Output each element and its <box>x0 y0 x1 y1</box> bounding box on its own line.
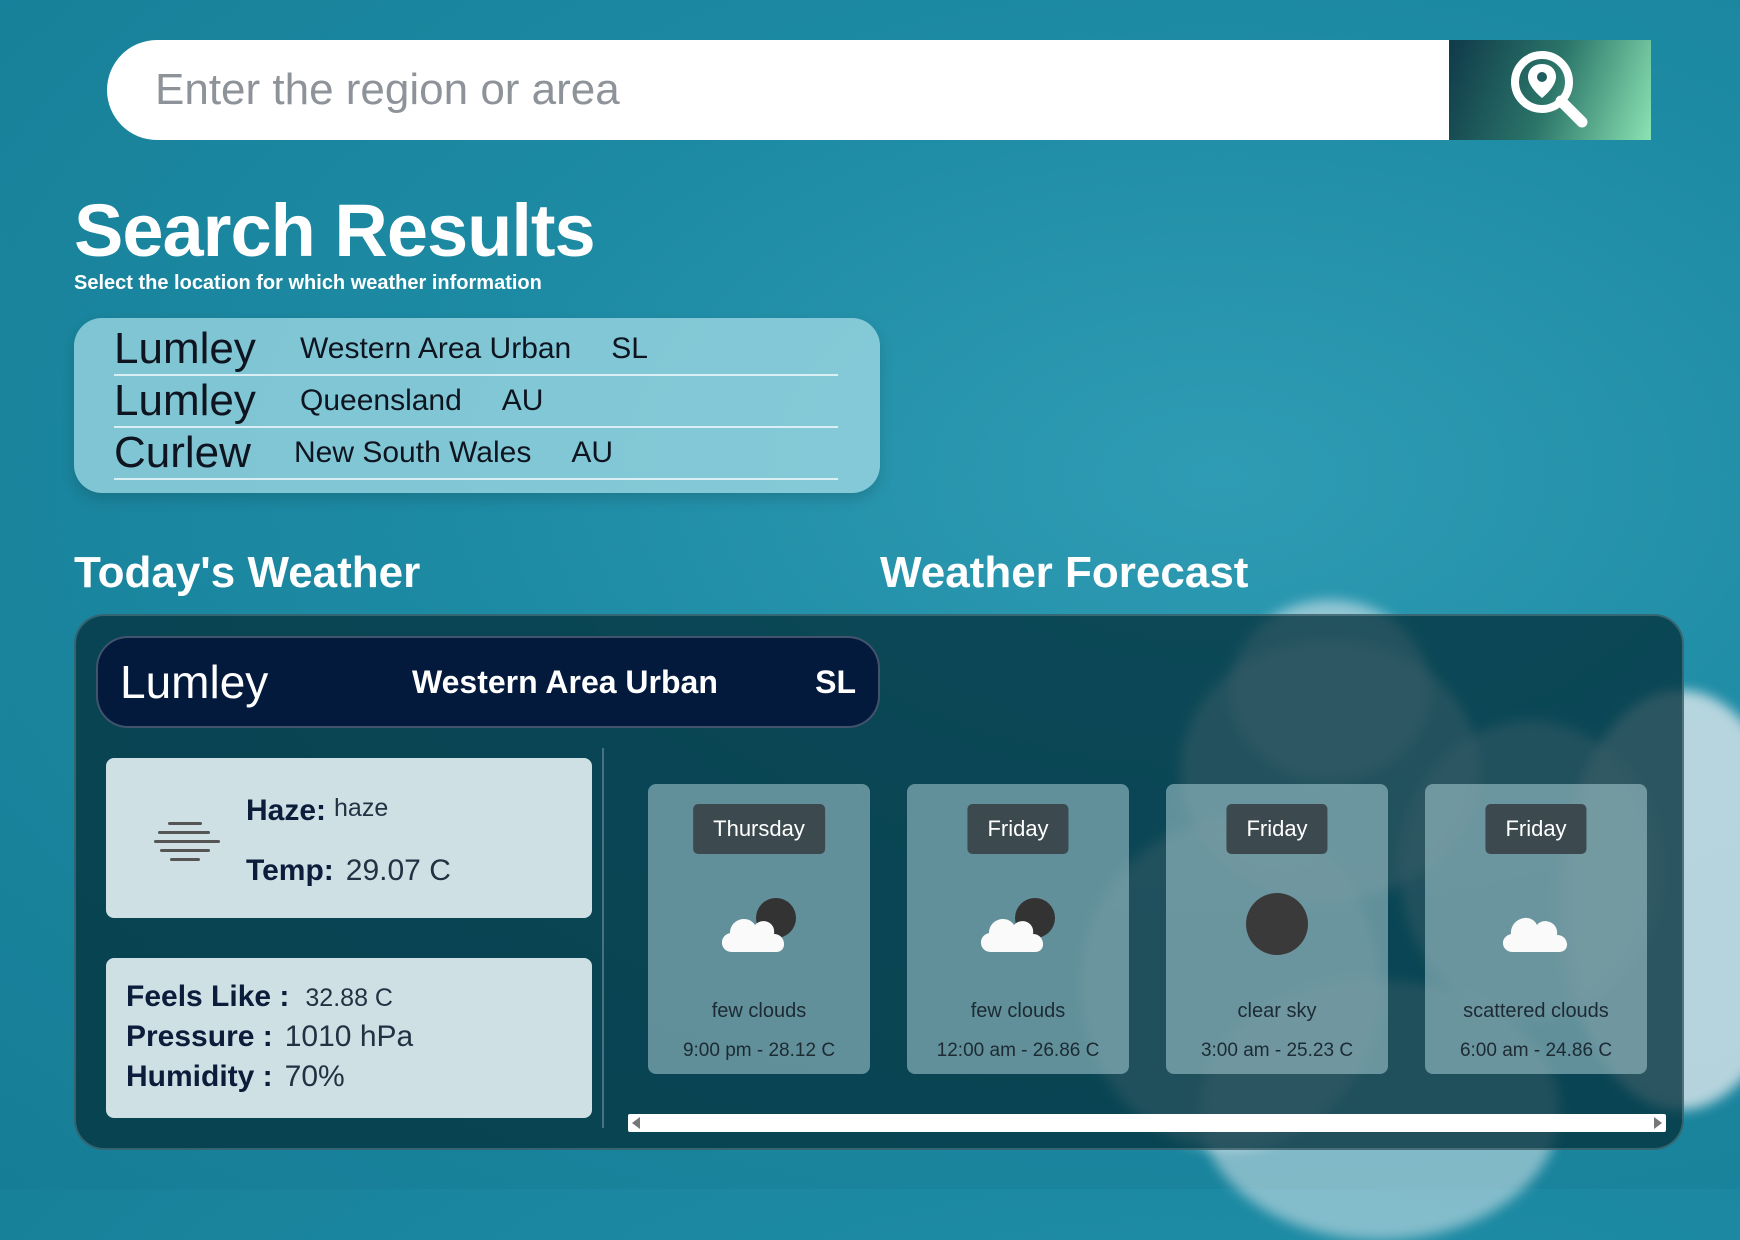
humidity-label: Humidity : <box>126 1060 273 1093</box>
result-item[interactable]: Lumley Western Area Urban SL <box>114 324 838 376</box>
pressure-label: Pressure : <box>126 1020 273 1053</box>
result-region: Western Area Urban <box>300 332 572 365</box>
search-results-list: Lumley Western Area Urban SL Lumley Quee… <box>74 318 880 493</box>
condition-row: Haze: haze <box>246 794 388 828</box>
scattered-clouds-icon <box>1502 917 1568 952</box>
feels-like-value: 32.88 C <box>305 984 393 1012</box>
current-location-header: Lumley Western Area Urban SL <box>96 636 880 728</box>
feels-like-label: Feels Like : <box>126 980 290 1013</box>
forecast-description: clear sky <box>1237 1000 1317 1022</box>
forecast-card[interactable]: Friday few clouds 12:00 am - 26.86 C <box>907 784 1129 1074</box>
forecast-card[interactable]: Thursday few clouds 9:00 pm - 28.12 C <box>648 784 870 1074</box>
result-country: SL <box>611 332 648 365</box>
result-country: AU <box>571 436 614 469</box>
forecast-day: Friday <box>967 804 1069 854</box>
current-conditions-card: Haze: haze Temp: 29.07 C <box>106 758 592 918</box>
result-city: Curlew <box>114 428 251 477</box>
search-button[interactable] <box>1449 40 1651 140</box>
condition-label: Haze: <box>246 794 327 827</box>
result-item[interactable]: Lumley Queensland AU <box>114 376 838 428</box>
feels-like-row: Feels Like : 32.88 C <box>126 980 572 1020</box>
search-bar <box>107 40 1651 140</box>
forecast-card[interactable]: Friday scattered clouds 6:00 am - 24.86 … <box>1425 784 1647 1074</box>
search-results-subtitle: Select the location for which weather in… <box>74 272 542 294</box>
forecast-time-temp: 6:00 am - 24.86 C <box>1459 1040 1613 1061</box>
temp-value: 29.07 C <box>345 854 451 887</box>
haze-icon <box>154 818 220 862</box>
scroll-right-arrow-icon[interactable] <box>1654 1117 1662 1129</box>
forecast-time-temp: 12:00 am - 26.86 C <box>936 1040 1100 1061</box>
current-details-card: Feels Like : 32.88 C Pressure : 1010 hPa H… <box>106 958 592 1118</box>
temp-row: Temp: 29.07 C <box>246 854 451 888</box>
forecast-description: scattered clouds <box>1463 1000 1609 1022</box>
humidity-value: 70% <box>284 1060 345 1093</box>
result-city: Lumley <box>114 376 256 425</box>
forecast-description: few clouds <box>711 1000 807 1022</box>
pressure-row: Pressure : 1010 hPa <box>126 1020 572 1060</box>
few-clouds-night-icon <box>980 898 1055 952</box>
scroll-left-arrow-icon[interactable] <box>632 1117 640 1129</box>
search-results-title: Search Results <box>74 189 596 272</box>
forecast-description: few clouds <box>970 1000 1066 1022</box>
forecast-time-temp: 3:00 am - 25.23 C <box>1200 1040 1354 1061</box>
few-clouds-night-icon <box>721 898 796 952</box>
forecast-card[interactable]: Friday clear sky 3:00 am - 25.23 C <box>1166 784 1388 1074</box>
forecast-day: Thursday <box>693 804 825 854</box>
forecast-day: Friday <box>1226 804 1328 854</box>
temp-label: Temp: <box>246 854 334 887</box>
location-search-icon <box>1511 51 1588 128</box>
current-city: Lumley <box>120 656 269 708</box>
humidity-row: Humidity : 70% <box>126 1060 572 1100</box>
result-city: Lumley <box>114 324 256 373</box>
search-input[interactable] <box>107 40 1449 140</box>
todays-weather-title: Today's Weather <box>74 548 421 597</box>
result-item[interactable]: Curlew New South Wales AU <box>114 428 838 480</box>
panel-divider <box>602 748 604 1128</box>
weather-forecast-title: Weather Forecast <box>880 548 1249 597</box>
result-region: New South Wales <box>294 436 532 469</box>
weather-panel: Lumley Western Area Urban SL Haze: haze T… <box>74 614 1684 1150</box>
current-region: Western Area Urban <box>412 663 718 700</box>
forecast-time-temp: 9:00 pm - 28.12 C <box>682 1040 836 1061</box>
current-country: SL <box>815 663 856 700</box>
result-country: AU <box>501 384 544 417</box>
result-region: Queensland <box>300 384 462 417</box>
clear-sky-night-icon <box>1246 893 1308 955</box>
forecast-day: Friday <box>1485 804 1587 854</box>
pressure-value: 1010 hPa <box>284 1020 414 1053</box>
condition-value: haze <box>334 794 389 822</box>
forecast-scrollbar[interactable] <box>628 1114 1666 1132</box>
